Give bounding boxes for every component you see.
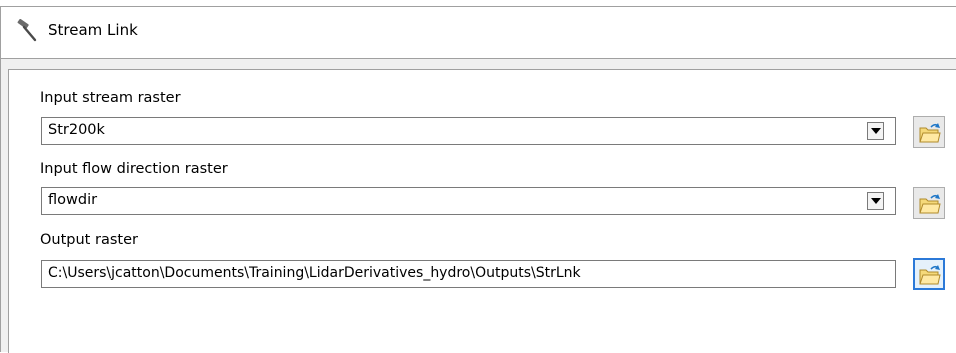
- dropdown-arrow-icon[interactable]: [867, 192, 884, 210]
- input-flow-direction-raster-label: Input flow direction raster: [40, 161, 228, 177]
- open-folder-icon: [919, 265, 941, 285]
- input-stream-raster-dropdown[interactable]: Str200k: [41, 117, 896, 145]
- open-folder-icon: [919, 194, 941, 214]
- output-raster-value: C:\Users\jcatton\Documents\Training\Lida…: [48, 265, 581, 281]
- input-flow-direction-raster-browse-button[interactable]: [913, 187, 945, 219]
- window-title: Stream Link: [48, 21, 138, 39]
- output-raster-label: Output raster: [40, 232, 138, 248]
- input-stream-raster-value: Str200k: [48, 122, 105, 138]
- tool-dialog: Stream Link Input stream raster Str200k …: [0, 6, 956, 353]
- hammer-icon: [15, 18, 39, 43]
- input-stream-raster-browse-button[interactable]: [913, 116, 945, 148]
- title-bar: Stream Link: [1, 7, 956, 59]
- open-folder-icon: [919, 123, 941, 143]
- dropdown-arrow-icon[interactable]: [867, 122, 884, 140]
- input-stream-raster-label: Input stream raster: [40, 90, 181, 106]
- input-flow-direction-raster-dropdown[interactable]: flowdir: [41, 187, 896, 215]
- input-flow-direction-raster-value: flowdir: [48, 192, 98, 208]
- output-raster-input[interactable]: C:\Users\jcatton\Documents\Training\Lida…: [41, 260, 896, 288]
- output-raster-browse-button[interactable]: [913, 258, 945, 290]
